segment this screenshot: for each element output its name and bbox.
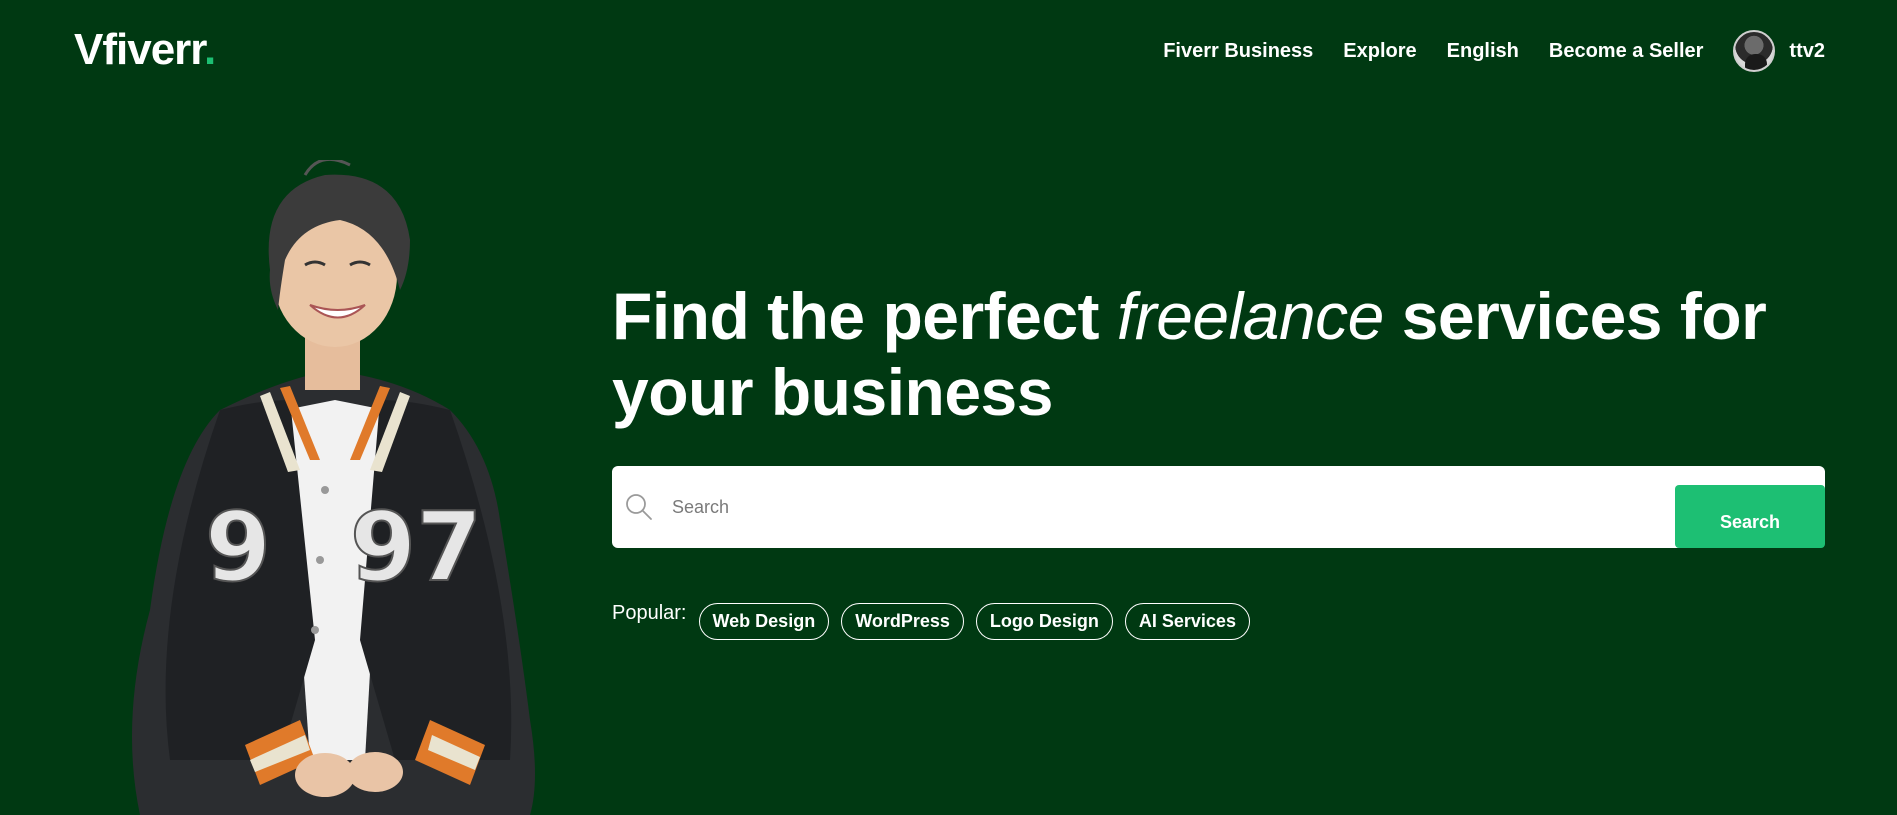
- hero-title: Find the perfect freelance services for …: [612, 278, 1842, 430]
- logo[interactable]: Vfiverr.: [74, 24, 216, 76]
- search-bar: Search: [612, 466, 1825, 548]
- search-button[interactable]: Search: [1675, 485, 1825, 548]
- popular-tag-wordpress[interactable]: WordPress: [841, 603, 964, 640]
- popular-tag-logo-design[interactable]: Logo Design: [975, 603, 1113, 640]
- nav-fiverr-business[interactable]: Fiverr Business: [1163, 40, 1313, 63]
- svg-text:9: 9: [205, 493, 271, 603]
- logo-dot: .: [203, 25, 216, 74]
- popular-tags: Popular: Web Design WordPress Logo Desig…: [612, 600, 1262, 640]
- username[interactable]: ttv2: [1789, 40, 1825, 63]
- nav-explore[interactable]: Explore: [1343, 40, 1416, 63]
- user-menu[interactable]: ttv2: [1733, 30, 1825, 72]
- svg-text:97: 97: [350, 493, 482, 603]
- hero-title-part1: Find the perfect: [612, 279, 1117, 353]
- avatar[interactable]: [1733, 30, 1776, 72]
- hero-person-image: 9 97: [132, 160, 535, 815]
- top-nav: Fiverr Business Explore English Become a…: [1163, 30, 1825, 72]
- popular-tag-ai-services[interactable]: AI Services: [1124, 603, 1250, 640]
- logo-text: Vfiverr: [74, 25, 205, 74]
- hero-title-emphasis: freelance: [1116, 279, 1385, 353]
- nav-become-seller[interactable]: Become a Seller: [1549, 40, 1704, 63]
- popular-tag-web-design[interactable]: Web Design: [698, 603, 830, 640]
- nav-language[interactable]: English: [1447, 40, 1519, 63]
- search-input[interactable]: [672, 486, 1672, 528]
- popular-label: Popular:: [612, 602, 687, 624]
- header: Vfiverr. Fiverr Business Explore English…: [0, 0, 1897, 100]
- search-icon: [626, 494, 652, 520]
